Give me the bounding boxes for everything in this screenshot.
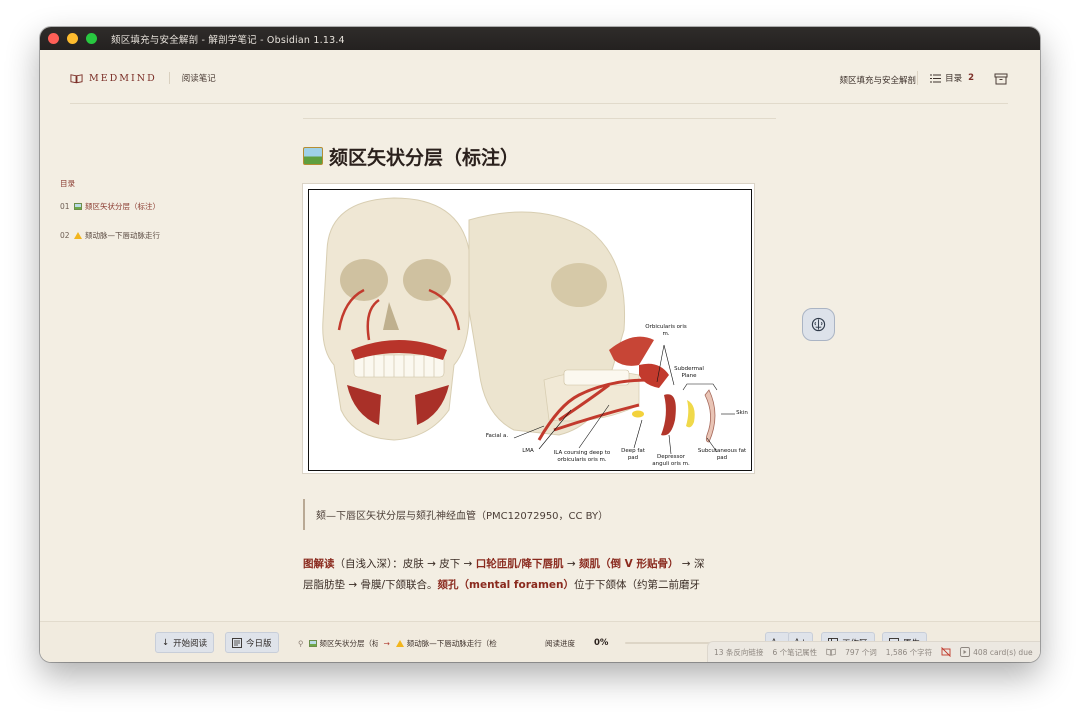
char-count: 1,586 个字符 — [885, 647, 933, 657]
arrow-down-icon: ↓ — [162, 637, 170, 648]
start-reading-label: 开始阅读 — [173, 638, 208, 649]
brain-icon — [811, 317, 826, 332]
inline-highlight: 颏孔（mental foramen） — [437, 579, 574, 591]
warning-icon — [74, 231, 82, 239]
label-depressor: Depressor anguli oris m. — [652, 454, 690, 467]
figure-frame: Orbicularis oris m. Subdermal Plane Skin… — [308, 189, 752, 471]
label-subdermal-plane: Subdermal Plane — [674, 366, 704, 379]
note-header: MEDMIND 阅读笔记 颏区填充与安全解剖 目录 2 — [70, 70, 1008, 104]
figure-caption: 颏—下唇区矢状分层与颏孔神经血管（PMC12072950，CC BY） — [303, 499, 776, 530]
status-bar: 13 条反向链接 6 个笔记属性 797 个词 1,586 个字符 408 ca… — [707, 641, 1040, 662]
window-controls — [48, 33, 97, 44]
body-text: 层脂肪垫 → 骨膜/下颌联合。 — [303, 579, 438, 591]
outline-item-number: 01 — [60, 201, 70, 211]
today-label: 今日版 — [246, 638, 272, 649]
pin-icon: ⚲ — [298, 639, 304, 648]
properties-count[interactable]: 6 个笔记属性 — [772, 647, 817, 658]
framed-picture-icon — [308, 640, 317, 647]
inline-highlight: 图解读 — [303, 558, 335, 570]
toc-button-label: 目录 — [945, 74, 963, 84]
divider — [917, 71, 919, 85]
app-window: 颏区填充与安全解剖 - 解剖学笔记 - Obsidian 1.13.4 MEDM… — [40, 27, 1040, 662]
body-text: → 深 — [678, 558, 705, 570]
label-subcutaneous-fat-pad: Subcutaneous fat pad — [697, 448, 747, 461]
outline-sidebar: 目录 01 颏区矢状分层（标注） 02 颏动脉—下唇动脉走行 — [60, 178, 260, 257]
label-lma: LMA — [522, 448, 534, 454]
outline-item-label: 颏动脉—下唇动脉走行 — [85, 230, 160, 240]
divider — [168, 72, 170, 84]
divider — [303, 118, 776, 119]
body-text: 位于下颌体（约第二前磨牙 — [574, 579, 700, 591]
close-window-button[interactable] — [48, 33, 59, 44]
progress-label: 阅读进度 — [545, 639, 575, 648]
document-title: 颏区填充与安全解剖 — [839, 76, 916, 86]
label-ila: ILA coursing deep to orbicularis oris m. — [553, 450, 611, 463]
reading-mode-icon[interactable] — [826, 648, 836, 656]
newspaper-icon — [232, 637, 242, 648]
backlinks-count[interactable]: 13 条反向链接 — [714, 647, 763, 658]
body-text: → — [563, 558, 580, 570]
archive-icon[interactable] — [994, 72, 1008, 86]
arrow-right-icon: → — [383, 639, 390, 648]
heading-text: 颏区矢状分层（标注） — [329, 146, 520, 169]
warning-icon — [395, 640, 404, 647]
anatomy-figure[interactable]: Orbicularis oris m. Subdermal Plane Skin… — [302, 183, 755, 474]
brand-name: MEDMIND — [89, 72, 157, 84]
list-icon — [930, 74, 942, 82]
label-facial-artery: Facial a. — [485, 433, 509, 439]
cards-due[interactable]: 408 card(s) due — [973, 648, 1032, 657]
brand: MEDMIND 阅读笔记 — [70, 72, 216, 84]
outline-item-02[interactable]: 02 颏动脉—下唇动脉走行 — [60, 228, 162, 242]
book-icon — [70, 73, 83, 83]
body-text: （自浅入深）：皮肤 → 皮下 → — [334, 558, 476, 570]
window-title: 颏区填充与安全解剖 - 解剖学笔记 - Obsidian 1.13.4 — [111, 34, 345, 46]
section-breadcrumbs: ⚲ 颏区矢状分层（标注） → 颏动脉—下唇动脉走行（检 — [298, 638, 513, 649]
progress-value: 0% — [594, 638, 609, 648]
label-skin: Skin — [736, 410, 748, 416]
start-reading-button[interactable]: ↓ 开始阅读 — [155, 632, 215, 653]
section-label: 阅读笔记 — [181, 74, 216, 84]
section-heading: 颏区矢状分层（标注） — [303, 143, 776, 169]
minimize-window-button[interactable] — [67, 33, 78, 44]
toc-count: 2 — [968, 73, 974, 83]
toc-button[interactable]: 目录 2 — [917, 71, 974, 85]
label-deep-fat-pad: Deep fat pad — [621, 448, 645, 461]
today-button[interactable]: 今日版 — [225, 632, 279, 653]
inline-highlight: 口轮匝肌/降下唇肌 — [475, 558, 564, 570]
outline-item-01[interactable]: 01 颏区矢状分层（标注） — [60, 199, 162, 213]
breadcrumb-next[interactable]: 颏动脉—下唇动脉走行（检 — [407, 638, 513, 649]
body-paragraph: 图解读（自浅入深）：皮肤 → 皮下 → 口轮匝肌/降下唇肌 → 颏肌（倒 V 形… — [303, 554, 766, 596]
title-bar: 颏区填充与安全解剖 - 解剖学笔记 - Obsidian 1.13.4 — [40, 27, 1040, 50]
outline-title: 目录 — [60, 179, 75, 188]
outline-item-label: 颏区矢状分层（标注） — [85, 201, 160, 211]
framed-picture-icon — [74, 202, 82, 210]
sync-off-icon[interactable] — [941, 647, 951, 657]
ai-assistant-button[interactable] — [802, 308, 835, 341]
outline-item-number: 02 — [60, 230, 70, 240]
framed-picture-icon — [303, 147, 323, 165]
article: 颏区矢状分层（标注） Orbicularis oris m. Subdermal… — [302, 118, 776, 591]
label-orbicularis: Orbicularis oris m. — [645, 324, 687, 337]
word-count: 797 个词 — [845, 647, 877, 657]
inline-highlight: 颏肌（倒 V 形贴骨） — [579, 558, 679, 570]
zoom-window-button[interactable] — [86, 33, 97, 44]
note-view: MEDMIND 阅读笔记 颏区填充与安全解剖 目录 2 目录 01 颏区矢状分层… — [40, 50, 1040, 662]
flashcard-icon — [960, 647, 971, 657]
breadcrumb-current[interactable]: 颏区矢状分层（标注） — [320, 638, 378, 649]
